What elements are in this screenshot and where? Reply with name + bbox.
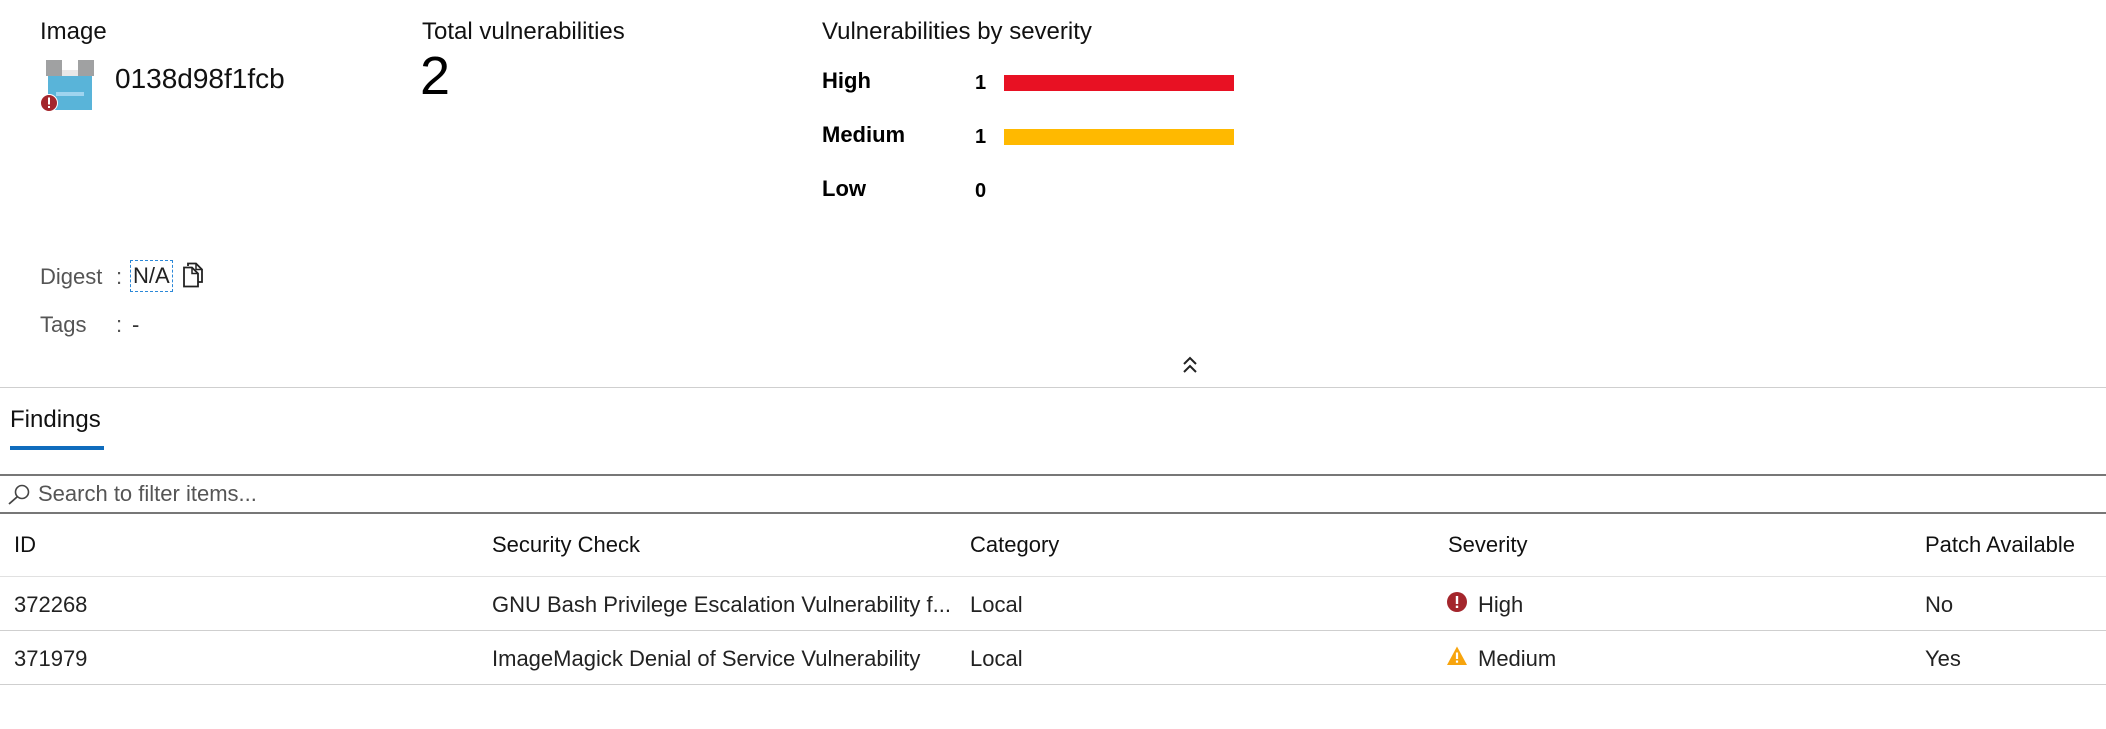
severity-bar-track (1004, 75, 1234, 91)
column-header-id[interactable]: ID (14, 532, 36, 558)
tab-findings-active-indicator (10, 446, 104, 450)
severity-row-high: High 1 (822, 68, 1242, 98)
column-header-category[interactable]: Category (970, 532, 1059, 558)
severity-name: Medium (822, 122, 906, 147)
severity-name: Low (822, 176, 866, 201)
cell-category: Local (970, 646, 1023, 671)
cell-id: 371979 (14, 646, 88, 671)
severity-bar-medium (1004, 129, 1234, 145)
copy-icon[interactable] (181, 262, 205, 288)
cell-patch-available: Yes (1925, 646, 1961, 671)
digest-separator: : (116, 264, 123, 289)
table-row[interactable]: 372268 GNU Bash Privilege Escalation Vul… (0, 578, 2106, 628)
error-icon (1446, 591, 1468, 613)
total-vulnerabilities-value: 2 (420, 46, 451, 106)
cell-category: Local (970, 592, 1023, 617)
cell-severity: High (1478, 592, 1524, 617)
search-input[interactable] (38, 479, 938, 509)
tags-label: Tags (40, 312, 87, 337)
cell-severity: Medium (1478, 646, 1557, 671)
severity-name: High (822, 68, 871, 93)
severity-count: 1 (975, 72, 987, 94)
cell-patch-available: No (1925, 592, 1954, 617)
vulnerability-assessment-page: Image 0138d98f1fcb Total vulnerabilities… (0, 0, 2106, 729)
image-name: 0138d98f1fcb (115, 63, 285, 94)
table-row[interactable]: 371979 ImageMagick Denial of Service Vul… (0, 632, 2106, 682)
cell-security-check: GNU Bash Privilege Escalation Vulnerabil… (492, 592, 951, 617)
search-icon (6, 484, 32, 506)
column-header-severity[interactable]: Severity (1448, 532, 1527, 558)
row-divider (0, 630, 2106, 631)
tags-value: - (132, 312, 140, 337)
row-divider (0, 684, 2106, 685)
digest-value[interactable]: N/A (130, 260, 173, 292)
severity-bar-track (1004, 183, 1234, 199)
cell-id: 372268 (14, 592, 88, 617)
severity-title: Vulnerabilities by severity (822, 18, 1092, 45)
severity-count: 0 (975, 180, 987, 202)
severity-row-medium: Medium 1 (822, 122, 1242, 152)
total-vulnerabilities-label: Total vulnerabilities (422, 18, 625, 45)
cell-security-check: ImageMagick Denial of Service Vulnerabil… (492, 646, 921, 671)
tab-findings[interactable]: Findings (10, 406, 101, 434)
table-header-divider (0, 576, 2106, 577)
severity-bar-track (1004, 129, 1234, 145)
column-header-security-check[interactable]: Security Check (492, 532, 640, 558)
error-badge-icon (40, 94, 58, 112)
search-box (0, 474, 2106, 514)
collapse-chevron-up-icon[interactable] (1180, 354, 1200, 378)
section-divider (0, 387, 2106, 388)
column-header-patch-available[interactable]: Patch Available (1925, 532, 2075, 558)
severity-row-low: Low 0 (822, 176, 1242, 206)
tags-separator: : (116, 312, 123, 337)
severity-count: 1 (975, 126, 987, 148)
digest-label: Digest (40, 264, 103, 289)
image-label: Image (40, 18, 107, 45)
severity-bar-high (1004, 75, 1234, 91)
warning-icon (1446, 645, 1468, 667)
